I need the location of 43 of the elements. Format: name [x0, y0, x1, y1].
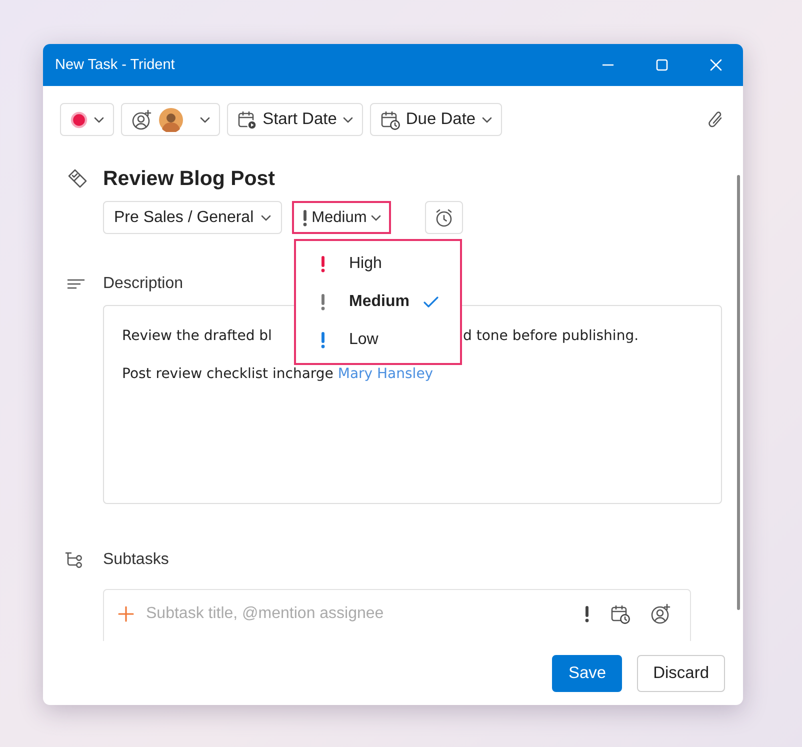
avatar-icon [159, 108, 183, 132]
chevron-down-icon [260, 214, 271, 220]
description-icon [67, 278, 85, 290]
task-title: Review Blog Post [103, 167, 276, 191]
chevron-down-icon [200, 116, 210, 122]
calendar-icon [610, 604, 630, 624]
priority-dropdown[interactable]: Medium [292, 201, 391, 234]
assignee-button[interactable] [121, 103, 220, 136]
add-person-icon [131, 108, 153, 130]
subtasks-icon [64, 550, 84, 570]
save-button[interactable]: Save [552, 654, 622, 692]
discard-button[interactable]: Discard [637, 654, 725, 692]
priority-option[interactable]: Low [296, 321, 460, 359]
priority-option[interactable]: High [296, 245, 460, 283]
maximize-icon [656, 59, 668, 71]
priority-icon[interactable] [584, 605, 590, 623]
calendar-icon [236, 110, 257, 130]
section-label: Subtasks [103, 551, 170, 569]
chevron-down-icon [370, 214, 381, 220]
description-text: Post review checklist incharge Mary Hansley [122, 366, 434, 382]
section-label: Description [103, 275, 184, 293]
start-date-button[interactable]: Start Date [226, 103, 363, 136]
status-button[interactable] [60, 103, 114, 136]
category-dropdown[interactable]: Pre Sales / General [103, 201, 282, 234]
chevron-down-icon [342, 116, 353, 122]
close-icon [710, 59, 722, 71]
chevron-down-icon [94, 116, 104, 122]
calendar-icon [380, 110, 400, 130]
minimize-icon [602, 64, 614, 66]
description-text: Review the drafted bl [122, 328, 272, 344]
subtask-input[interactable]: Subtask title, @mention assignee [144, 604, 574, 624]
add-person-icon [650, 603, 672, 625]
window-title: New Task - Trident [55, 57, 176, 73]
reminder-button[interactable] [424, 201, 463, 234]
due-date-button[interactable]: Due Date [370, 103, 502, 136]
checkmark-icon [423, 296, 440, 308]
status-dot-icon [70, 110, 88, 128]
alarm-clock-icon [434, 208, 454, 228]
scrollbar[interactable] [737, 175, 740, 610]
description-text: d tone before publishing. [463, 328, 639, 344]
exclamation-icon [302, 208, 308, 226]
chevron-down-icon [482, 116, 492, 122]
plus-icon [118, 606, 134, 622]
